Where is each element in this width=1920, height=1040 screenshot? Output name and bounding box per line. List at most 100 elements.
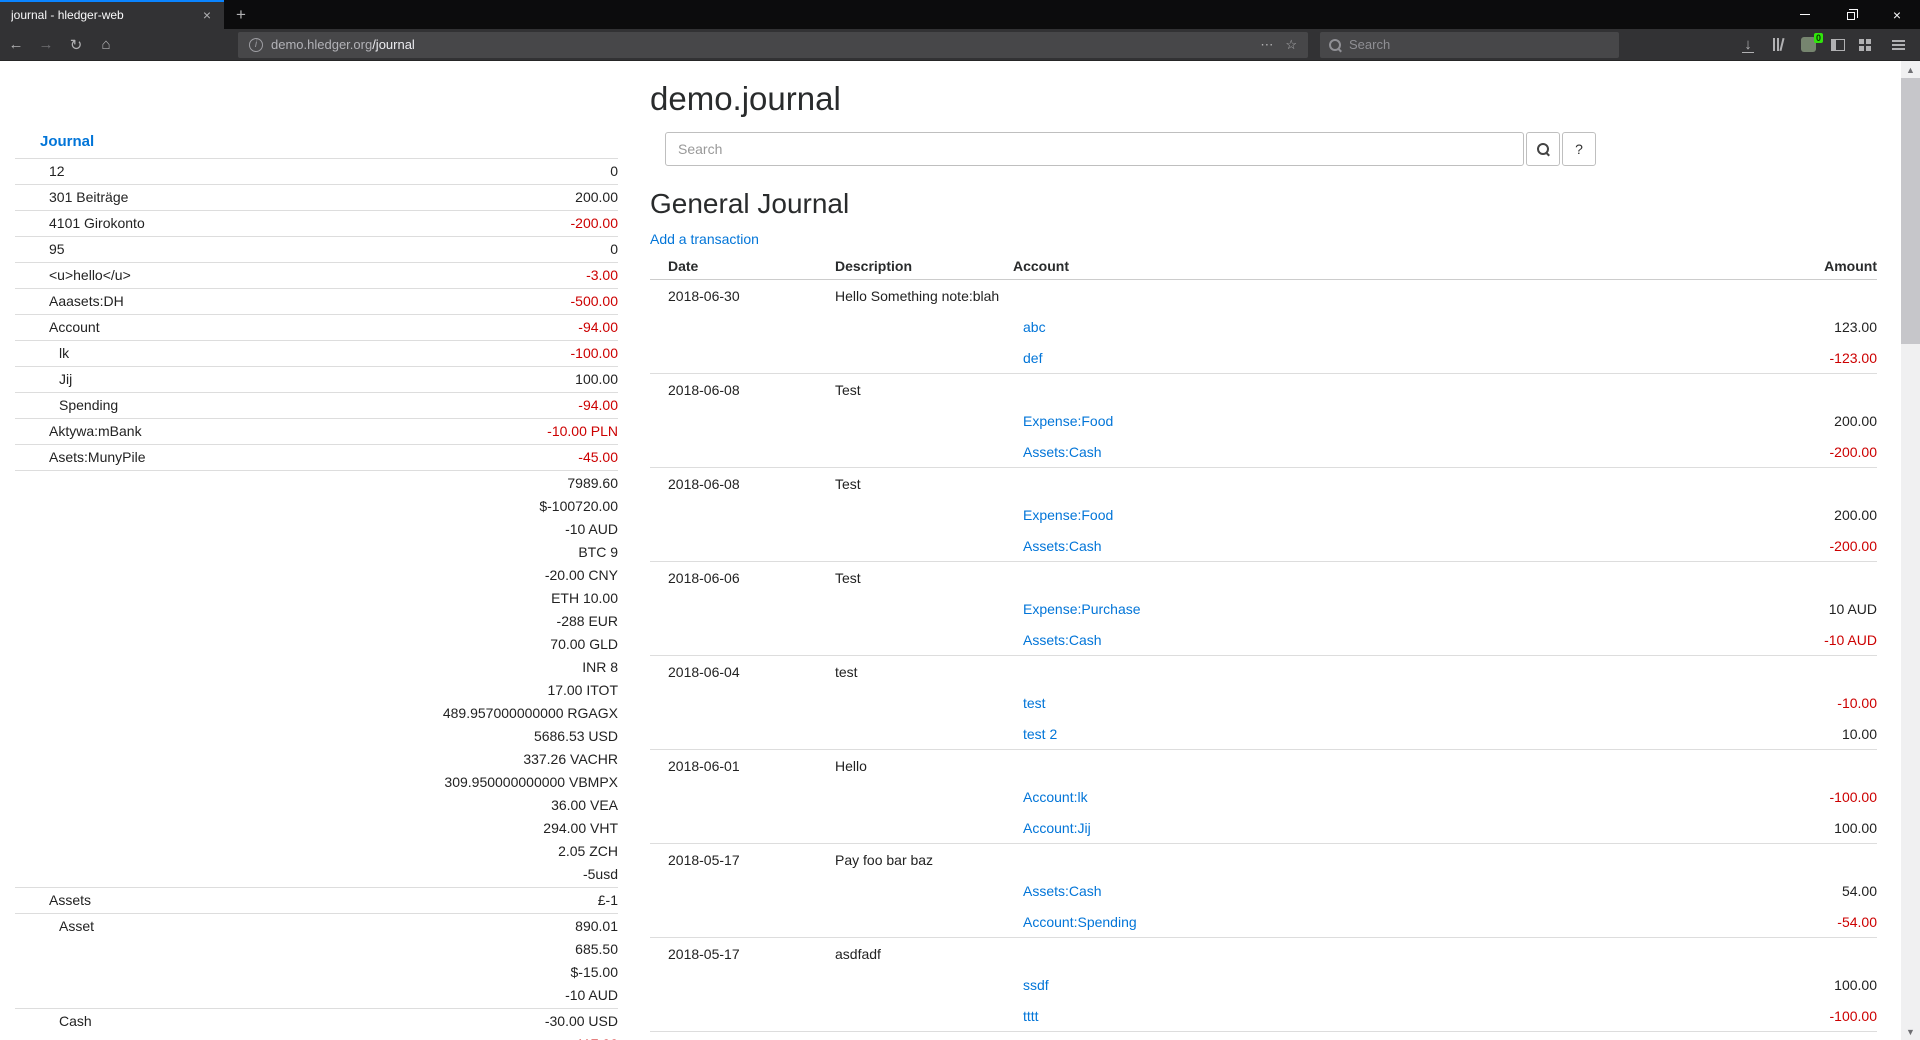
sidebar-account-link[interactable]: Aktywa:mBank <box>49 423 142 439</box>
browser-tab[interactable]: journal - hledger-web × <box>0 0 224 29</box>
transaction-row[interactable]: 2018-06-08Test <box>650 468 1877 500</box>
add-transaction-link[interactable]: Add a transaction <box>650 231 759 248</box>
posting-account-link[interactable]: test <box>1023 695 1046 711</box>
reload-button[interactable]: ↻ <box>63 32 89 58</box>
sidebar-account-link[interactable]: <u>hello</u> <box>49 267 131 283</box>
posting-account-link[interactable]: Account:lk <box>1023 789 1088 805</box>
forward-button[interactable]: → <box>33 32 59 58</box>
search-input[interactable] <box>665 132 1524 166</box>
bookmark-star-icon[interactable]: ☆ <box>1285 37 1297 53</box>
download-button[interactable]: ↓ <box>1735 32 1761 58</box>
extension-button[interactable]: 0 <box>1795 32 1821 58</box>
transaction-row[interactable]: 2018-06-01Hello <box>650 750 1877 782</box>
account-balance-cell: -30.00 USD-117.00 <box>272 1009 618 1040</box>
transaction-row[interactable]: 2018-06-30Hello Something note:blah <box>650 280 1877 312</box>
balance-amount: -500.00 <box>272 290 618 313</box>
account-name-cell: 4101 Girokonto <box>15 211 272 237</box>
transaction-row[interactable]: 2018-06-04test <box>650 656 1877 688</box>
back-button[interactable]: ← <box>3 32 29 58</box>
sidebar-account-link[interactable]: Aaasets:DH <box>49 293 124 309</box>
posting-account-link[interactable]: Account:Jij <box>1023 820 1091 836</box>
new-tab-button[interactable]: + <box>224 0 258 29</box>
scroll-down-button[interactable]: ▼ <box>1901 1023 1920 1040</box>
sidebar-account-link[interactable]: lk <box>59 345 69 361</box>
transaction-description: Hello Something note:blah <box>835 280 1013 312</box>
transaction-row[interactable]: 2018-06-08Test <box>650 374 1877 406</box>
posting-account-link[interactable]: ssdf <box>1023 977 1049 993</box>
main-content: demo.journal ? General Journal Add a tra… <box>650 61 1877 1040</box>
transaction-row[interactable]: 2018-05-17asdfadf <box>650 938 1877 970</box>
sidebar-account-link[interactable]: Spending <box>59 397 118 413</box>
transaction-description: Test <box>835 374 1013 406</box>
home-button[interactable]: ⌂ <box>93 32 119 58</box>
site-info-icon[interactable]: i <box>249 38 263 52</box>
sidebar-account-link[interactable]: 301 Beiträge <box>49 189 128 205</box>
balance-amount: £-1 <box>272 889 618 912</box>
minimize-button[interactable] <box>1782 0 1828 29</box>
posting-row: abc123.00 <box>650 311 1877 342</box>
page-scrollbar[interactable]: ▲ ▼ <box>1901 61 1920 1040</box>
posting-account-link[interactable]: test 2 <box>1023 726 1057 742</box>
transaction-row[interactable]: 2018-06-06Test <box>650 562 1877 594</box>
browser-search-bar[interactable] <box>1320 32 1619 58</box>
page-content: Journal 120301 Beiträge200.004101 Giroko… <box>0 61 1901 1040</box>
search-help-button[interactable]: ? <box>1562 132 1596 166</box>
apps-grid-button[interactable] <box>1855 32 1881 58</box>
browser-search-input[interactable] <box>1349 37 1611 52</box>
posting-row: Assets:Cash-200.00 <box>650 530 1877 562</box>
posting-account-link[interactable]: Expense:Food <box>1023 507 1113 523</box>
sidebar-account-link[interactable]: Assets <box>49 892 91 908</box>
posting-account-link[interactable]: Assets:Cash <box>1023 632 1102 648</box>
posting-row: Expense:Purchase10 AUD <box>650 593 1877 624</box>
transaction-row[interactable]: 2018-05-17Pay foo bar baz <box>650 844 1877 876</box>
balance-amount: -94.00 <box>272 316 618 339</box>
search-button[interactable] <box>1526 132 1560 166</box>
sidebar-toggle-button[interactable] <box>1825 32 1851 58</box>
transaction-row[interactable]: 2018-05-17Test <box>650 1032 1877 1040</box>
posting-row: ssdf100.00 <box>650 969 1877 1000</box>
tab-close-icon[interactable]: × <box>198 7 216 23</box>
restore-button[interactable] <box>1828 0 1874 29</box>
menu-button[interactable] <box>1885 32 1911 58</box>
sidebar-account-link[interactable]: Account <box>49 319 100 335</box>
balance-amount: -5usd <box>272 863 618 886</box>
sidebar-account-link[interactable]: Asets:MunyPile <box>49 449 145 465</box>
account-name-cell: Aktywa:mBank <box>15 419 272 445</box>
posting-account-link[interactable]: Expense:Food <box>1023 413 1113 429</box>
posting-account-link[interactable]: Expense:Purchase <box>1023 601 1141 617</box>
account-name-cell: Cash <box>15 1009 272 1040</box>
account-name-cell <box>15 471 272 888</box>
posting-account-link[interactable]: Assets:Cash <box>1023 444 1102 460</box>
balance-amount: 685.50 <box>272 938 618 961</box>
account-name-cell: Assets <box>15 888 272 914</box>
balance-amount: -10 AUD <box>272 518 618 541</box>
scroll-up-button[interactable]: ▲ <box>1901 61 1920 78</box>
posting-amount: 54.00 <box>1573 875 1877 906</box>
sidebar-account-link[interactable]: Asset <box>59 918 94 934</box>
library-button[interactable] <box>1765 32 1791 58</box>
url-bar[interactable]: i demo.hledger.org/journal ⋯ ☆ <box>238 32 1308 58</box>
sidebar-account-link[interactable]: 95 <box>49 241 65 257</box>
posting-account-link[interactable]: tttt <box>1023 1008 1039 1024</box>
balance-amount: 489.957000000000 RGAGX <box>272 702 618 725</box>
posting-account-link[interactable]: Assets:Cash <box>1023 538 1102 554</box>
transaction-description: Pay foo bar baz <box>835 844 1013 876</box>
scrollbar-thumb[interactable] <box>1901 78 1920 344</box>
page-actions-icon[interactable]: ⋯ <box>1260 37 1273 53</box>
journal-table-header: Date Description Account Amount <box>650 256 1877 280</box>
sidebar-journal-link[interactable]: Journal <box>40 133 94 150</box>
close-button[interactable]: × <box>1874 0 1920 29</box>
sidebar-account-link[interactable]: 4101 Girokonto <box>49 215 145 231</box>
sidebar-account-link[interactable]: Cash <box>59 1013 92 1029</box>
posting-account-link[interactable]: Account:Spending <box>1023 914 1137 930</box>
posting-account-cell: Assets:Cash <box>1013 436 1573 468</box>
posting-account-link[interactable]: abc <box>1023 319 1046 335</box>
balance-amount: 200.00 <box>272 186 618 209</box>
sidebar-account-link[interactable]: Jij <box>59 371 72 387</box>
posting-account-link[interactable]: def <box>1023 350 1042 366</box>
posting-amount: 100.00 <box>1573 812 1877 844</box>
sidebar-account-link[interactable]: 12 <box>49 163 65 179</box>
posting-row: def-123.00 <box>650 342 1877 374</box>
url-text[interactable]: demo.hledger.org/journal <box>271 37 1260 52</box>
posting-account-link[interactable]: Assets:Cash <box>1023 883 1102 899</box>
